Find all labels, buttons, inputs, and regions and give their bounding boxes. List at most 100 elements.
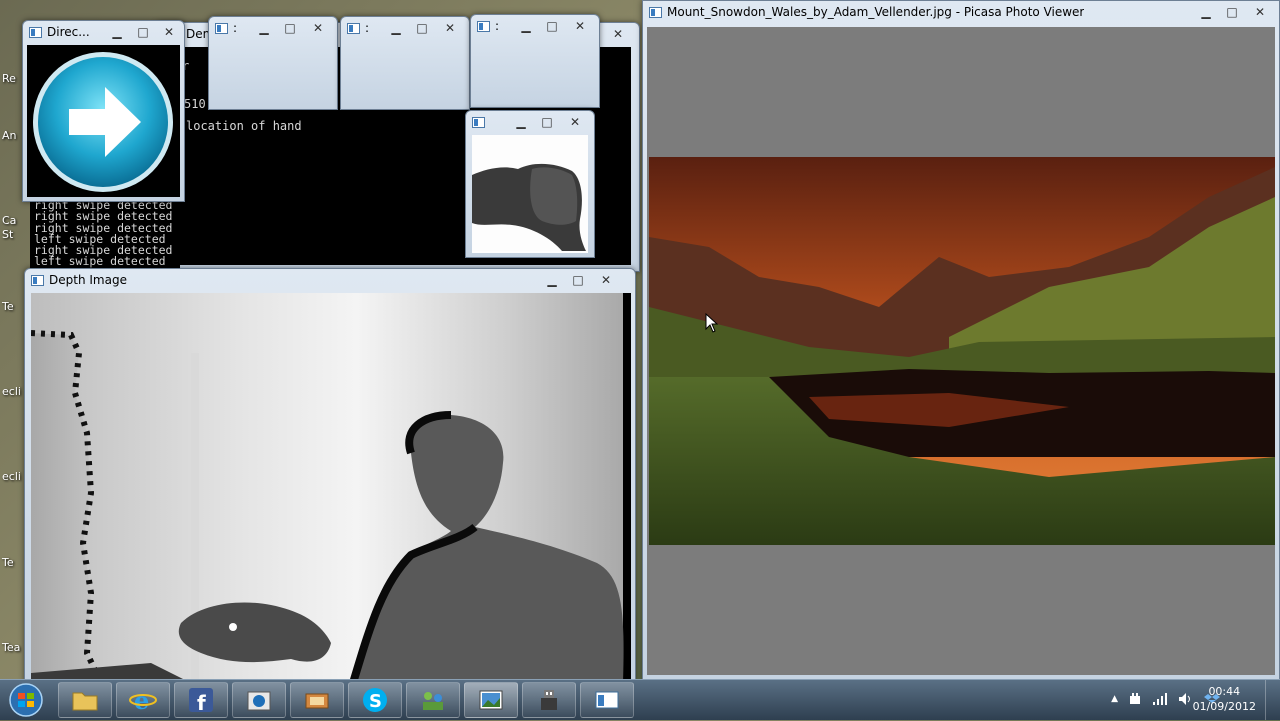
direction-display xyxy=(27,45,180,197)
clock-date: 01/09/2012 xyxy=(1192,700,1256,713)
svg-text:f: f xyxy=(197,691,206,714)
picasa-window[interactable]: Mount_Snowdon_Wales_by_Adam_Vellender.jp… xyxy=(642,0,1280,682)
hand-mask-window[interactable]: ▁ □ ✕ xyxy=(465,110,595,258)
close-button[interactable]: ✕ xyxy=(560,113,590,131)
ie-icon: e xyxy=(129,686,157,714)
skype-icon: S xyxy=(363,688,387,712)
maximize-button[interactable]: □ xyxy=(565,271,591,289)
contour-titlebar[interactable]: : ▁ □ ✕ xyxy=(341,17,469,41)
taskbar-ie[interactable]: e xyxy=(116,682,170,718)
maximize-button[interactable]: □ xyxy=(277,19,303,37)
photo-viewer[interactable] xyxy=(647,27,1275,675)
contour-window-3[interactable]: : ▁ □ ✕ xyxy=(470,14,600,108)
minimize-button[interactable]: ▁ xyxy=(508,113,534,131)
window-icon xyxy=(215,23,228,34)
close-button[interactable]: ✕ xyxy=(156,23,182,41)
taskbar-picasa[interactable] xyxy=(464,682,518,718)
picasa-title: Mount_Snowdon_Wales_by_Adam_Vellender.jp… xyxy=(667,5,1085,19)
direction-title: Direc... xyxy=(47,25,90,39)
direction-titlebar[interactable]: Direc... ▁ □ ✕ xyxy=(23,21,184,45)
desktop-label[interactable]: Te xyxy=(2,300,14,313)
minimize-button[interactable]: ▁ xyxy=(383,19,409,37)
contour-titlebar[interactable]: : ▁ □ ✕ xyxy=(209,17,337,41)
close-button[interactable]: ✕ xyxy=(303,19,333,37)
depth-scene xyxy=(31,293,631,681)
console-swipe-log: right swipe detected right swipe detecte… xyxy=(30,198,180,268)
direction-window[interactable]: Direc... ▁ □ ✕ xyxy=(22,20,185,202)
window-icon xyxy=(649,7,662,18)
contour-title: : xyxy=(233,21,238,35)
depth-titlebar[interactable]: Depth Image ▁ □ ✕ xyxy=(25,269,635,293)
hand-mask-titlebar[interactable]: ▁ □ ✕ xyxy=(466,111,594,135)
tray-expand-icon[interactable]: ▲ xyxy=(1111,694,1118,706)
svg-text:e: e xyxy=(134,686,149,714)
start-button[interactable] xyxy=(4,682,48,718)
desktop-label[interactable]: Te xyxy=(2,556,14,569)
picasa-titlebar[interactable]: Mount_Snowdon_Wales_by_Adam_Vellender.jp… xyxy=(643,1,1279,25)
depth-image xyxy=(31,293,631,681)
desktop-label[interactable]: An xyxy=(2,129,17,142)
close-button[interactable]: ✕ xyxy=(435,19,465,37)
window-icon xyxy=(347,23,360,34)
desktop-label[interactable]: ecli xyxy=(2,385,21,398)
power-plug-icon[interactable] xyxy=(1128,692,1142,706)
console-fragment: location of hand xyxy=(186,119,302,133)
minimize-button[interactable]: ▁ xyxy=(1193,3,1219,21)
volume-icon[interactable] xyxy=(1178,692,1194,706)
taskbar: e f S ▲ 00:44 01/09/2012 xyxy=(0,679,1280,720)
window-icon xyxy=(477,21,490,32)
contour-window-1[interactable]: : ▁ □ ✕ xyxy=(208,16,338,110)
signal-icon[interactable] xyxy=(1152,692,1168,706)
desktop-label[interactable]: Ca xyxy=(2,214,16,227)
taskbar-usb[interactable] xyxy=(522,682,576,718)
window-icon xyxy=(472,117,485,128)
hp-icon xyxy=(247,691,271,711)
taskbar-folder[interactable] xyxy=(58,682,112,718)
minimize-button[interactable]: ▁ xyxy=(251,19,277,37)
maximize-button[interactable]: □ xyxy=(539,17,565,35)
contour-window-2[interactable]: : ▁ □ ✕ xyxy=(340,16,470,110)
desktop-label[interactable]: ecli xyxy=(2,470,21,483)
clock-time: 00:44 xyxy=(1208,685,1241,698)
window-icon xyxy=(29,27,42,38)
close-button[interactable]: ✕ xyxy=(565,17,595,35)
maximize-button[interactable]: □ xyxy=(130,23,156,41)
minimize-button[interactable]: ▁ xyxy=(104,23,130,41)
taskbar-hp[interactable] xyxy=(232,682,286,718)
desktop-label[interactable]: St xyxy=(2,228,13,241)
minimize-button[interactable]: ▁ xyxy=(513,17,539,35)
network-people-icon xyxy=(423,692,443,710)
photo xyxy=(649,157,1275,545)
taskbar-facebook[interactable]: f xyxy=(174,682,228,718)
taskbar-skype[interactable]: S xyxy=(348,682,402,718)
hand-mask-image xyxy=(472,135,588,253)
console-fragment: 510 xyxy=(184,97,206,111)
usb-icon xyxy=(541,690,557,710)
contour-titlebar[interactable]: : ▁ □ ✕ xyxy=(471,15,599,39)
contour-title: : xyxy=(365,21,370,35)
taskbar-network[interactable] xyxy=(406,682,460,718)
maximize-button[interactable]: □ xyxy=(1219,3,1245,21)
depth-window[interactable]: Depth Image ▁ □ ✕ xyxy=(24,268,636,682)
facebook-icon: f xyxy=(189,688,213,714)
minimize-button[interactable]: ▁ xyxy=(539,271,565,289)
desktop-label[interactable]: Re xyxy=(2,72,16,85)
arrow-right-icon xyxy=(33,52,173,192)
close-button[interactable]: ✕ xyxy=(603,25,633,43)
window-icon xyxy=(595,691,619,709)
maximize-button[interactable]: □ xyxy=(409,19,435,37)
mouse-cursor-icon xyxy=(705,313,719,333)
close-button[interactable]: ✕ xyxy=(1245,3,1275,21)
hand-mask-shape xyxy=(472,135,588,251)
svg-text:S: S xyxy=(369,691,382,712)
taskbar-media[interactable] xyxy=(290,682,344,718)
taskbar-window[interactable] xyxy=(580,682,634,718)
desktop-label[interactable]: Tea xyxy=(2,641,20,654)
windows-start-icon xyxy=(9,683,43,717)
close-button[interactable]: ✕ xyxy=(591,271,621,289)
maximize-button[interactable]: □ xyxy=(534,113,560,131)
depth-title: Depth Image xyxy=(49,273,127,287)
window-icon xyxy=(31,275,44,286)
clock[interactable]: 00:44 01/09/2012 xyxy=(1193,684,1256,714)
show-desktop-button[interactable] xyxy=(1265,680,1280,720)
